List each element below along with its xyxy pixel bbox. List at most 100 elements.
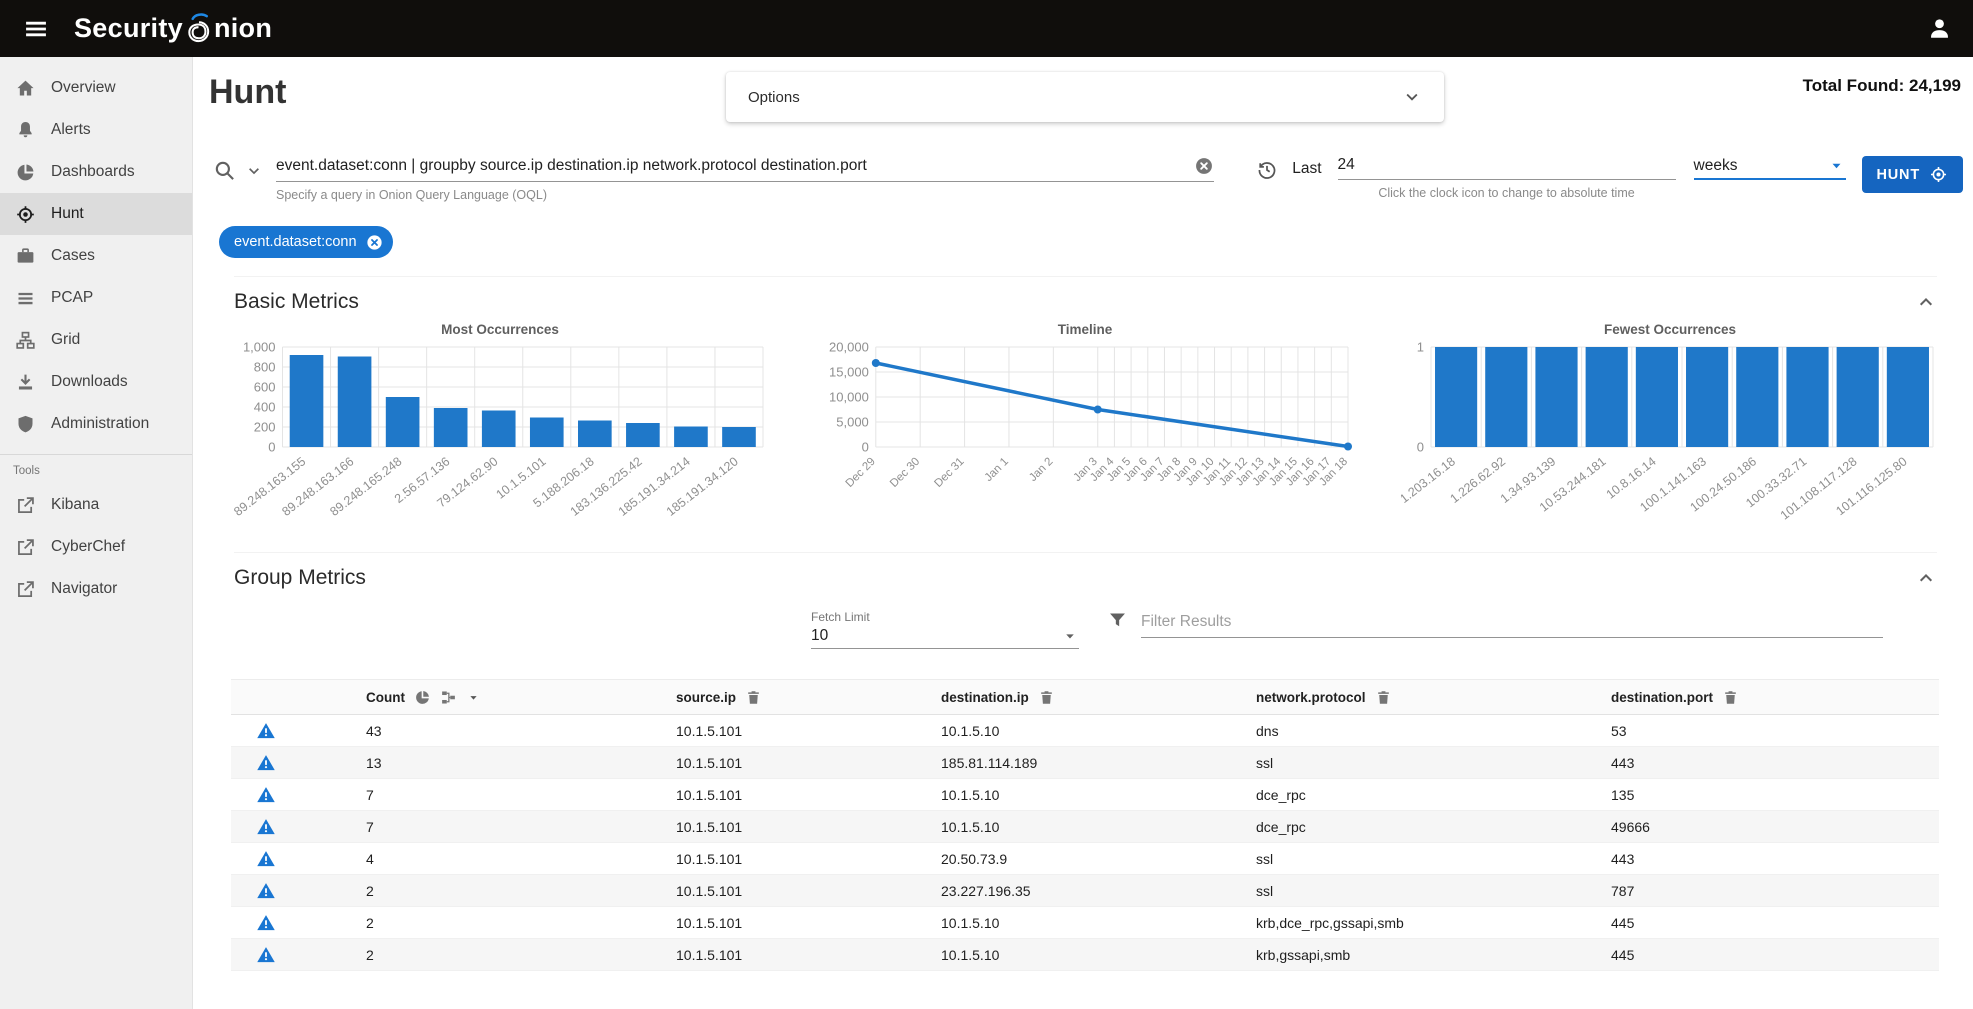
warning-icon[interactable]: [256, 817, 276, 837]
sidebar-item-label: PCAP: [51, 289, 93, 307]
table-row[interactable]: 210.1.5.10110.1.5.10krb,dce_rpc,gssapi,s…: [231, 907, 1939, 939]
filter-chip-label: event.dataset:conn: [234, 234, 357, 250]
column-header-source-ip: source.ip: [676, 689, 941, 706]
table-cell: 445: [1611, 947, 1939, 963]
filter-chip[interactable]: event.dataset:conn: [219, 226, 393, 258]
table-cell: 20.50.73.9: [941, 851, 1256, 867]
svg-text:800: 800: [254, 360, 276, 375]
sidebar-item-administration[interactable]: Administration: [0, 403, 192, 445]
svg-text:20,000: 20,000: [829, 340, 869, 355]
table-cell: krb,gssapi,smb: [1256, 947, 1611, 963]
options-panel[interactable]: Options: [726, 72, 1444, 122]
column-header-destination-port: destination.port: [1611, 689, 1939, 706]
menu-icon[interactable]: [22, 15, 50, 43]
table-cell: dns: [1256, 723, 1611, 739]
table-row[interactable]: 410.1.5.10120.50.73.9ssl443: [231, 843, 1939, 875]
table-cell: 53: [1611, 723, 1939, 739]
clock-history-icon[interactable]: [1256, 159, 1278, 181]
warning-icon[interactable]: [256, 913, 276, 933]
group-metrics-table: Count source.ip destination.ip network.p…: [231, 679, 1939, 971]
total-found: Total Found: 24,199: [1444, 72, 1963, 96]
warning-icon[interactable]: [256, 721, 276, 741]
collapse-basic-icon[interactable]: [1915, 291, 1937, 313]
sidebar-item-label: CyberChef: [51, 538, 125, 556]
duration-input[interactable]: [1338, 156, 1676, 174]
table-cell: 10.1.5.101: [676, 755, 941, 771]
basic-metrics-section-header: Basic Metrics: [234, 276, 1937, 314]
pie-chart-toggle-icon[interactable]: [414, 689, 431, 706]
sidebar-item-hunt[interactable]: Hunt: [0, 193, 192, 235]
user-icon[interactable]: [1926, 15, 1953, 42]
svg-text:0: 0: [268, 440, 275, 455]
warning-icon[interactable]: [256, 849, 276, 869]
table-cell: 2: [366, 947, 676, 963]
table-row[interactable]: 1310.1.5.101185.81.114.189ssl443: [231, 747, 1939, 779]
chip-close-icon[interactable]: [365, 233, 384, 252]
query-history-chevron-icon[interactable]: [245, 162, 263, 180]
table-cell: ssl: [1256, 851, 1611, 867]
collapse-group-icon[interactable]: [1915, 567, 1937, 589]
fetch-limit-select[interactable]: Fetch Limit 10: [811, 610, 1079, 649]
table-row[interactable]: 210.1.5.10123.227.196.35ssl787: [231, 875, 1939, 907]
svg-text:15,000: 15,000: [829, 365, 869, 380]
table-row[interactable]: 4310.1.5.10110.1.5.10dns53: [231, 715, 1939, 747]
sidebar-item-alerts[interactable]: Alerts: [0, 109, 192, 151]
svg-text:1,000: 1,000: [243, 340, 276, 355]
table-cell: 185.81.114.189: [941, 755, 1256, 771]
table-cell: 43: [366, 723, 676, 739]
sankey-toggle-icon[interactable]: [440, 689, 457, 706]
table-cell: ssl: [1256, 883, 1611, 899]
sidebar-item-dashboards[interactable]: Dashboards: [0, 151, 192, 193]
table-cell: 443: [1611, 851, 1939, 867]
warning-icon[interactable]: [256, 753, 276, 773]
external-link-icon: [15, 495, 36, 516]
options-label: Options: [748, 89, 800, 106]
remove-column-icon[interactable]: [1375, 689, 1392, 706]
query-helper: Specify a query in Onion Query Language …: [276, 188, 1214, 202]
hunt-button[interactable]: HUNT: [1862, 156, 1963, 193]
chart-title: Timeline: [816, 322, 1354, 337]
sidebar-item-overview[interactable]: Overview: [0, 67, 192, 109]
remove-column-icon[interactable]: [1722, 689, 1739, 706]
sidebar-item-label: Overview: [51, 79, 116, 97]
units-select[interactable]: weeks: [1694, 156, 1846, 180]
filter-results-input[interactable]: [1141, 613, 1883, 631]
sidebar-tool-navigator[interactable]: Navigator: [0, 568, 192, 610]
clear-query-icon[interactable]: [1194, 156, 1214, 176]
main-content: Hunt Options Total Found: 24,199 Specify…: [193, 57, 1973, 1009]
table-cell: 135: [1611, 787, 1939, 803]
sidebar-item-label: Navigator: [51, 580, 117, 598]
chart-timeline: Timeline 0 5,000 10,000 15,000 20,000Dec…: [816, 322, 1354, 534]
sidebar-item-cases[interactable]: Cases: [0, 235, 192, 277]
sidebar-item-downloads[interactable]: Downloads: [0, 361, 192, 403]
column-menu-caret-icon[interactable]: [466, 690, 481, 705]
column-label: Count: [366, 690, 405, 705]
dropdown-triangle-icon: [1827, 156, 1846, 175]
sidebar-tool-cyberchef[interactable]: CyberChef: [0, 526, 192, 568]
table-row[interactable]: 210.1.5.10110.1.5.10krb,gssapi,smb445: [231, 939, 1939, 971]
svg-text:400: 400: [254, 400, 276, 415]
table-row[interactable]: 710.1.5.10110.1.5.10dce_rpc49666: [231, 811, 1939, 843]
remove-column-icon[interactable]: [745, 689, 762, 706]
chevron-down-icon: [1402, 87, 1422, 107]
table-row[interactable]: 710.1.5.10110.1.5.10dce_rpc135: [231, 779, 1939, 811]
bell-icon: [15, 120, 36, 141]
warning-icon[interactable]: [256, 881, 276, 901]
query-input[interactable]: [276, 157, 1194, 175]
sidebar-tool-kibana[interactable]: Kibana: [0, 484, 192, 526]
table-cell: 49666: [1611, 819, 1939, 835]
remove-column-icon[interactable]: [1038, 689, 1055, 706]
column-header-destination-ip: destination.ip: [941, 689, 1256, 706]
svg-text:600: 600: [254, 380, 276, 395]
svg-text:Dec 29: Dec 29: [844, 456, 878, 490]
svg-text:Dec 30: Dec 30: [888, 456, 922, 490]
external-link-icon: [15, 537, 36, 558]
app-logo: Security nion: [74, 12, 272, 45]
warning-icon[interactable]: [256, 945, 276, 965]
sidebar-item-grid[interactable]: Grid: [0, 319, 192, 361]
warning-icon[interactable]: [256, 785, 276, 805]
column-label: source.ip: [676, 690, 736, 705]
sidebar-item-pcap[interactable]: PCAP: [0, 277, 192, 319]
last-label: Last: [1292, 160, 1321, 178]
download-icon: [15, 372, 36, 393]
